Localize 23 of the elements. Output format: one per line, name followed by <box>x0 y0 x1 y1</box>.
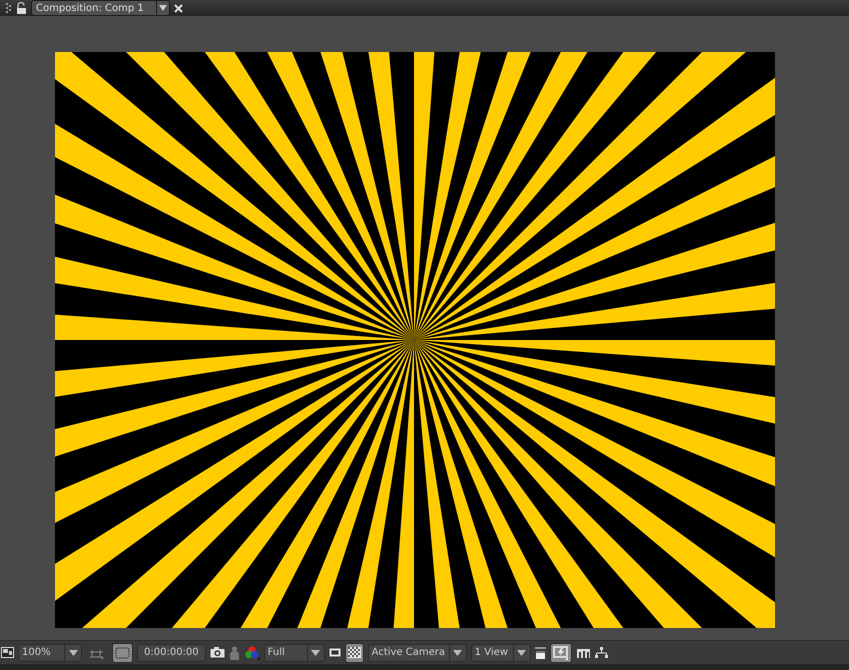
tab-menu-button[interactable] <box>156 1 169 15</box>
caret-icon <box>158 5 167 11</box>
color-channels-icon[interactable] <box>244 644 260 660</box>
caret-icon <box>517 650 526 656</box>
monitor-icon[interactable] <box>1 644 14 660</box>
camera-icon[interactable] <box>210 644 225 660</box>
close-icon[interactable] <box>174 4 183 12</box>
grip-icon[interactable] <box>6 3 12 13</box>
caret-icon <box>311 650 320 656</box>
region-icon[interactable] <box>112 642 133 662</box>
flowchart-icon[interactable] <box>594 644 608 660</box>
timecode-field[interactable]: 0:00:00:00 <box>137 644 206 662</box>
layout-icon[interactable] <box>534 644 546 660</box>
lock-icon[interactable] <box>16 2 27 14</box>
resolution-dropdown[interactable]: Full <box>264 644 325 662</box>
caret-icon <box>68 650 78 656</box>
fast-preview-icon[interactable] <box>550 642 572 662</box>
view-layout-dropdown[interactable]: 1 View <box>470 644 531 662</box>
composition-tab[interactable]: Composition: Comp 1 <box>31 0 170 16</box>
checkerboard-icon[interactable] <box>344 642 364 662</box>
camera-dropdown[interactable]: Active Camera <box>368 644 467 662</box>
zoom-dropdown[interactable]: 100% <box>18 644 82 662</box>
caret-icon <box>453 650 462 656</box>
